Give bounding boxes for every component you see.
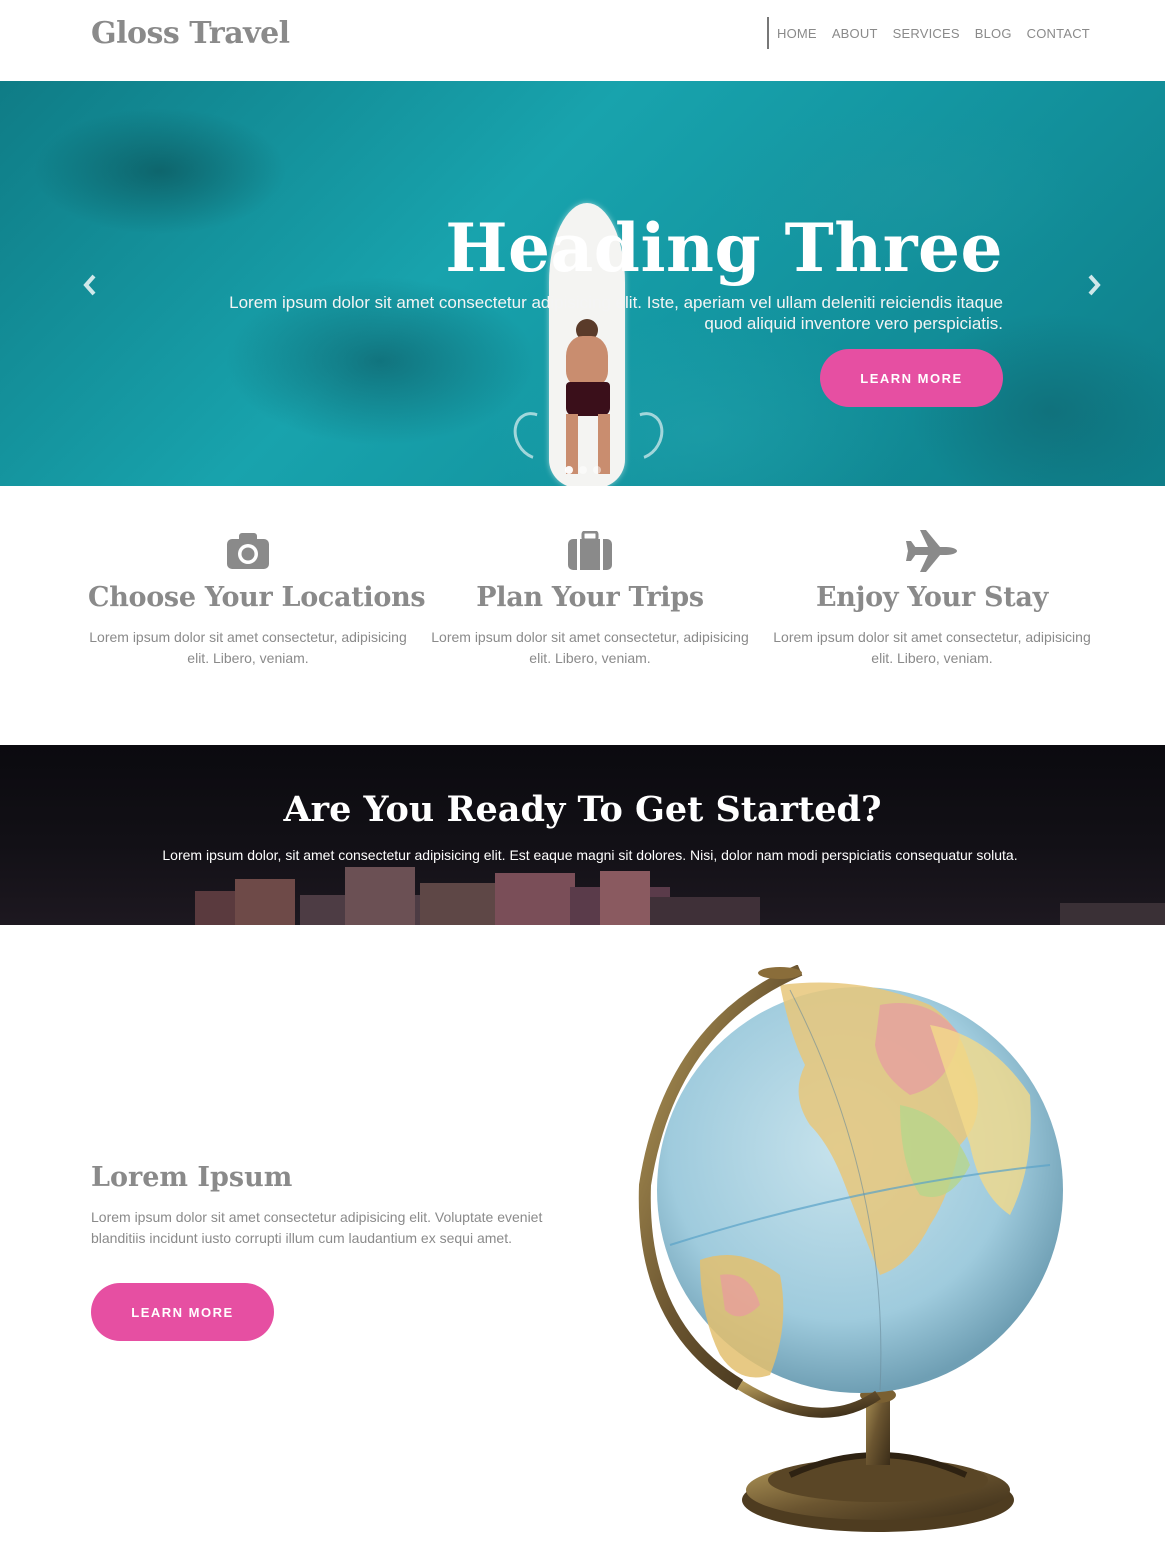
carousel-indicator[interactable] <box>593 466 601 474</box>
feature-text: Lorem ipsum dolor sit amet consectetur, … <box>89 629 407 666</box>
feature-title: Choose Your Locations <box>88 582 426 613</box>
main-nav: HOME ABOUT SERVICES BLOG CONTACT <box>767 17 1090 49</box>
site-header: Gloss Travel HOME ABOUT SERVICES BLOG CO… <box>0 0 1165 81</box>
hero-learn-more-button[interactable]: LEARN MORE <box>820 349 1003 407</box>
cta-banner: Are You Ready To Get Started? Lorem ipsu… <box>0 745 1165 925</box>
feature-text: Lorem ipsum dolor sit amet consectetur, … <box>773 629 1091 666</box>
feature-item: Enjoy Your Stay Lorem ipsum dolor sit am… <box>772 528 1092 669</box>
feature-title: Plan Your Trips <box>476 582 704 613</box>
hero-carousel: Heading Three Lorem ipsum dolor sit amet… <box>0 81 1165 486</box>
carousel-indicators <box>565 466 601 474</box>
nav-about[interactable]: ABOUT <box>832 26 878 41</box>
hero-title: Heading Three <box>445 209 1003 287</box>
carousel-indicator[interactable] <box>579 466 587 474</box>
brand-logo[interactable]: Gloss Travel <box>91 16 290 51</box>
about-text: Lorem ipsum dolor sit amet consectetur a… <box>91 1209 543 1246</box>
features-section: Choose Your Locations Lorem ipsum dolor … <box>0 486 1165 745</box>
about-section: Lorem Ipsum Lorem ipsum dolor sit amet c… <box>0 925 1165 1566</box>
nav-blog[interactable]: BLOG <box>975 26 1012 41</box>
suitcase-icon <box>568 531 612 570</box>
carousel-indicator[interactable] <box>565 466 573 474</box>
about-learn-more-button[interactable]: LEARN MORE <box>91 1283 274 1341</box>
feature-item: Choose Your Locations Lorem ipsum dolor … <box>88 528 426 669</box>
globe-image <box>630 964 1080 1540</box>
chevron-left-icon <box>83 274 96 296</box>
nav-contact[interactable]: CONTACT <box>1027 26 1090 41</box>
feature-title: Enjoy Your Stay <box>816 582 1048 613</box>
chevron-right-icon <box>1088 274 1101 296</box>
about-title: Lorem Ipsum <box>91 1162 293 1193</box>
carousel-prev-button[interactable] <box>82 274 98 302</box>
feature-text: Lorem ipsum dolor sit amet consectetur, … <box>431 629 749 666</box>
cta-title: Are You Ready To Get Started? <box>283 789 882 830</box>
feature-item: Plan Your Trips Lorem ipsum dolor sit am… <box>430 528 750 669</box>
nav-home[interactable]: HOME <box>777 26 817 41</box>
cta-text: Lorem ipsum dolor, sit amet consectetur … <box>162 847 1018 863</box>
camera-icon <box>227 533 269 569</box>
hero-text: Lorem ipsum dolor sit amet consectetur a… <box>229 293 1003 333</box>
nav-services[interactable]: SERVICES <box>893 26 960 41</box>
carousel-next-button[interactable] <box>1086 274 1102 302</box>
plane-icon <box>906 530 957 572</box>
